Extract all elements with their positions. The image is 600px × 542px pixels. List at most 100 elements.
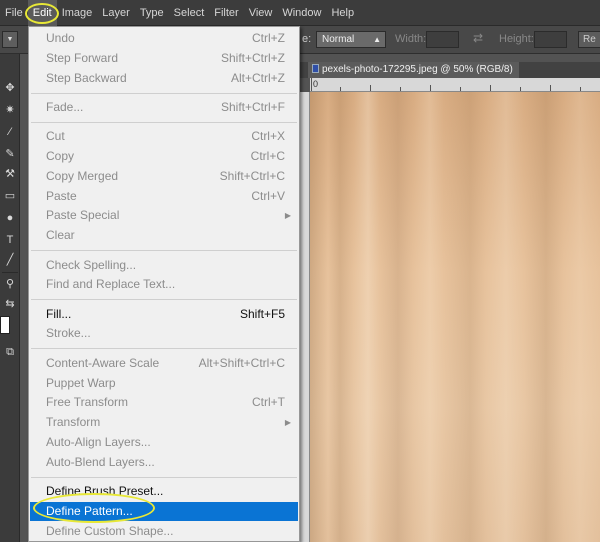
menu-item-step-forward[interactable]: Step Forward Shift+Ctrl+Z (30, 49, 298, 68)
menu-select[interactable]: Select (169, 0, 210, 26)
horizontal-ruler: 0 (310, 78, 600, 92)
menu-item-shortcut: Ctrl+T (252, 395, 285, 410)
menu-item-paste-special[interactable]: Paste Special ▶ (30, 206, 298, 225)
menu-item-label: Puppet Warp (46, 375, 116, 390)
image-canvas[interactable] (310, 92, 600, 542)
submenu-arrow-icon: ▶ (284, 211, 291, 221)
menu-item-puppet-warp[interactable]: Puppet Warp (30, 374, 298, 393)
menu-separator (31, 250, 297, 252)
menu-item-label: Define Custom Shape... (46, 523, 174, 538)
clone-stamp-icon[interactable]: ⚒ (2, 166, 18, 182)
menu-item-shortcut: Alt+Shift+Ctrl+C (198, 355, 285, 370)
magic-wand-icon[interactable]: ✷ (2, 102, 18, 118)
menu-item-define-brush-preset[interactable]: Define Brush Preset... (30, 482, 298, 501)
menu-separator (31, 476, 297, 478)
menu-item-label: Check Spelling... (46, 257, 137, 272)
tools-panel: ✥ ✷ ⁄ ✎ ⚒ ▭ ● T ╱ ⚲ ⇆ ⧉ (0, 54, 20, 542)
screen-mode-icon[interactable]: ⧉ (2, 344, 18, 360)
menu-item-shortcut: Ctrl+X (251, 129, 285, 144)
menu-item-auto-blend-layers[interactable]: Auto-Blend Layers... (30, 453, 298, 472)
ruler-tick (550, 85, 551, 91)
menu-item-define-custom-shape[interactable]: Define Custom Shape... (30, 522, 298, 541)
menu-item-label: Cut (46, 129, 65, 144)
menu-item-transform[interactable]: Transform ▶ (30, 413, 298, 432)
move-tool-icon[interactable]: ✥ (2, 80, 18, 96)
menu-help[interactable]: Help (326, 0, 359, 26)
menu-item-shortcut: Alt+Ctrl+Z (230, 70, 285, 85)
zoom-tool-icon[interactable]: ⚲ (2, 276, 18, 292)
menu-item-find-and-replace-text[interactable]: Find and Replace Text... (30, 275, 298, 294)
menu-item-label: Auto-Blend Layers... (46, 454, 155, 469)
menu-bar: File Edit Image Layer Type Select Filter View Wi… (0, 0, 600, 26)
brush-tool-icon[interactable]: ✎ (2, 146, 18, 162)
edit-menu-dropdown: Undo Ctrl+Z Step Forward Shift+Ctrl+Z Step B… (28, 26, 300, 542)
menu-item-shortcut: Ctrl+V (251, 188, 285, 203)
style-select[interactable]: Normal ▲ (316, 31, 386, 48)
menu-item-content-aware-scale[interactable]: Content-Aware Scale Alt+Shift+Ctrl+C (30, 354, 298, 373)
menu-item-clear[interactable]: Clear (30, 226, 298, 245)
menu-view[interactable]: View (244, 0, 278, 26)
menu-item-label: Undo (46, 31, 75, 45)
menu-item-shortcut: Shift+Ctrl+F (220, 99, 285, 114)
menu-item-auto-align-layers[interactable]: Auto-Align Layers... (30, 433, 298, 452)
height-field[interactable] (534, 31, 567, 48)
menu-item-shortcut: Ctrl+Z (252, 31, 285, 45)
menu-item-label: Auto-Align Layers... (46, 434, 151, 449)
ruler-tick (311, 78, 312, 91)
menu-separator (31, 299, 297, 301)
document-tab[interactable]: pexels-photo-172295.jpeg @ 50% (RGB/8) (308, 62, 519, 78)
menu-item-paste[interactable]: Paste Ctrl+V (30, 187, 298, 206)
gradient-tool-icon[interactable]: ▭ (2, 188, 18, 204)
menu-item-label: Free Transform (46, 395, 129, 410)
menu-item-label: Fade... (46, 99, 84, 114)
menu-item-undo[interactable]: Undo Ctrl+Z (30, 29, 298, 48)
menu-layer[interactable]: Layer (97, 0, 135, 26)
menu-item-cut[interactable]: Cut Ctrl+X (30, 127, 298, 146)
ruler-tick (580, 87, 581, 91)
menu-item-fade[interactable]: Fade... Shift+Ctrl+F (30, 98, 298, 117)
menu-window[interactable]: Window (277, 0, 326, 26)
menu-item-label: Define Pattern... (46, 503, 133, 518)
refine-edge-button[interactable]: Re (578, 31, 600, 48)
style-label: e: (302, 33, 312, 45)
menu-image[interactable]: Image (57, 0, 98, 26)
submenu-arrow-icon: ▶ (284, 418, 291, 428)
menu-item-label: Paste Special (46, 208, 120, 223)
ruler-tick (520, 87, 521, 91)
menu-item-label: Clear (46, 228, 75, 243)
ruler-tick (340, 87, 341, 91)
height-label: Height: (499, 33, 534, 45)
menu-separator (31, 92, 297, 94)
foreground-color-swatch[interactable] (0, 316, 10, 334)
ruler-tick (400, 87, 401, 91)
width-label: Width: (395, 33, 427, 45)
menu-item-shortcut: Shift+F5 (239, 306, 285, 321)
menu-item-shortcut: Ctrl+C (250, 149, 285, 163)
style-select-value: Normal (322, 34, 355, 45)
menu-item-check-spelling[interactable]: Check Spelling... (30, 256, 298, 275)
menu-item-define-pattern[interactable]: Define Pattern... (30, 501, 298, 521)
width-field[interactable] (426, 31, 459, 48)
menu-file[interactable]: File (0, 0, 28, 26)
menu-item-label: Copy (46, 149, 75, 163)
vertical-ruler (300, 92, 310, 542)
menu-item-copy-merged[interactable]: Copy Merged Shift+Ctrl+C (30, 167, 298, 186)
menu-filter[interactable]: Filter (209, 0, 243, 26)
swap-colors-icon[interactable]: ⇆ (2, 296, 18, 312)
tool-preset-picker[interactable]: ▼ (2, 31, 18, 48)
menu-edit[interactable]: Edit (27, 0, 57, 26)
menu-item-label: Content-Aware Scale (46, 355, 160, 370)
document-icon (312, 64, 319, 73)
line-tool-icon[interactable]: ╱ (2, 252, 18, 268)
menu-type[interactable]: Type (135, 0, 169, 26)
menu-item-fill[interactable]: Fill... Shift+F5 (30, 305, 298, 324)
menu-item-free-transform[interactable]: Free Transform Ctrl+T (30, 393, 298, 412)
menu-item-label: Step Backward (46, 70, 127, 85)
dodge-tool-icon[interactable]: ● (2, 210, 18, 226)
menu-item-copy[interactable]: Copy Ctrl+C (30, 147, 298, 166)
menu-item-step-backward[interactable]: Step Backward Alt+Ctrl+Z (30, 69, 298, 88)
menu-item-stroke[interactable]: Stroke... (30, 324, 298, 343)
type-tool-icon[interactable]: T (2, 232, 18, 248)
eyedropper-icon[interactable]: ⁄ (2, 124, 18, 140)
swap-arrows-icon[interactable]: ⇄ (473, 31, 483, 45)
